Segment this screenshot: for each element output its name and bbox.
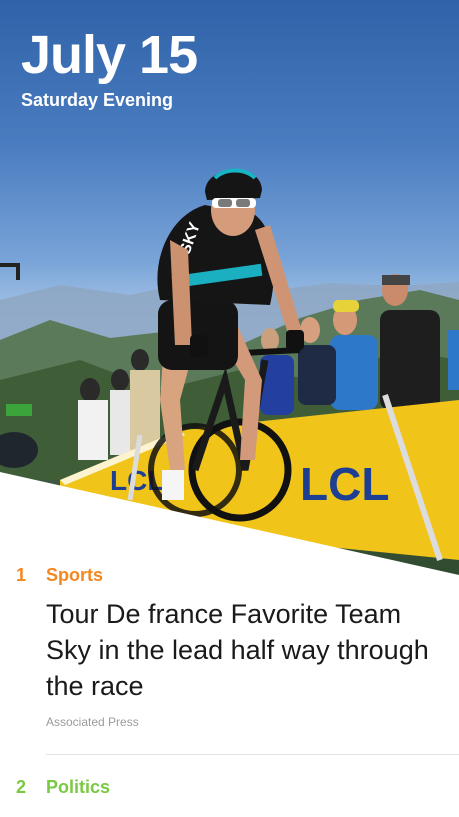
story-number: 2 [16,777,27,797]
story-category[interactable]: Politics [46,777,110,798]
hero-photo[interactable]: LCL LCL SKY July 15 Saturday Evening [0,0,459,580]
story-headline[interactable]: Tour De france Favorite Team Sky in the … [46,596,451,704]
banner-lcl-text: LCL [300,458,389,510]
date-subtitle: Saturday Evening [21,90,174,110]
story-divider [46,754,459,755]
date-heading: July 15 [21,25,198,85]
cyclist-illustration: LCL LCL SKY [0,168,459,561]
story-number: 1 [16,565,27,585]
story-source: Associated Press [46,715,139,729]
story-category[interactable]: Sports [46,565,103,586]
